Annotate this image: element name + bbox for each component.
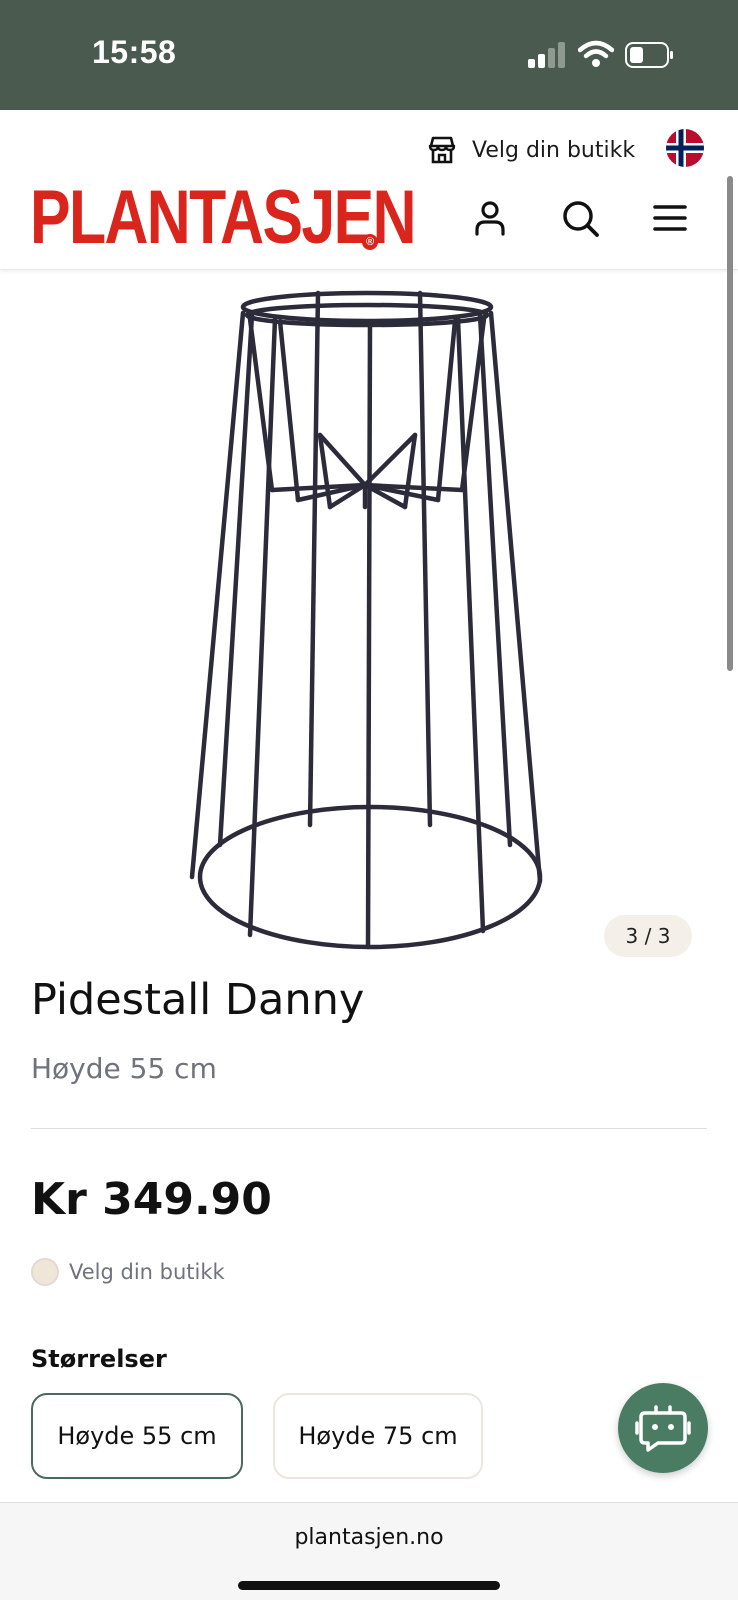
battery-icon: [625, 42, 673, 68]
wifi-icon: [578, 40, 614, 67]
image-counter: 3 / 3: [604, 915, 692, 957]
page-scrollbar[interactable]: [727, 176, 733, 671]
product-title: Pidestall Danny: [31, 975, 365, 1025]
logo-text: PLANTASJEN: [30, 175, 416, 260]
size-option-75cm[interactable]: Høyde 75 cm: [273, 1393, 483, 1479]
store-icon: [428, 136, 456, 164]
plant-stand-product-image[interactable]: [180, 285, 560, 980]
chat-bot-icon: [635, 1405, 691, 1452]
menu-icon[interactable]: [650, 198, 690, 238]
cellular-signal-icon: [528, 42, 565, 68]
status-time: 15:58: [92, 34, 177, 70]
home-indicator[interactable]: [238, 1581, 500, 1590]
choose-store-label: Velg din butikk: [472, 137, 636, 163]
chat-button[interactable]: [618, 1383, 708, 1473]
sizes-heading: Størrelser: [31, 1345, 167, 1373]
registered-mark: ®: [362, 234, 378, 250]
store-availability-label: Velg din butikk: [69, 1260, 225, 1284]
store-availability[interactable]: Velg din butikk: [31, 1258, 225, 1286]
browser-url-bar[interactable]: plantasjen.no: [0, 1502, 738, 1600]
url-text: plantasjen.no: [294, 1525, 444, 1550]
product-subtitle: Høyde 55 cm: [31, 1052, 217, 1085]
status-bar: 15:58: [0, 0, 738, 110]
size-option-55cm[interactable]: Høyde 55 cm: [31, 1393, 243, 1479]
search-icon[interactable]: [560, 198, 600, 238]
site-header: Velg din butikk PLANTASJEN ®: [0, 110, 738, 270]
account-icon[interactable]: [470, 198, 510, 238]
divider: [31, 1128, 707, 1129]
plantasjen-logo[interactable]: PLANTASJEN: [30, 175, 511, 260]
availability-dot: [31, 1258, 59, 1286]
product-price: Kr 349.90: [31, 1174, 272, 1225]
choose-store-link[interactable]: Velg din butikk: [426, 134, 635, 166]
norway-flag-icon[interactable]: [666, 129, 704, 167]
